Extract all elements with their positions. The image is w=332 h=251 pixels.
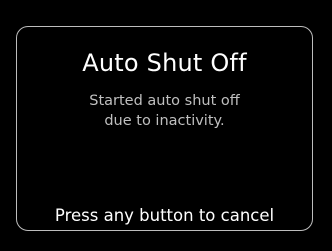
dialog-message-line-1: Started auto shut off <box>89 93 240 109</box>
device-screen: Auto Shut Off Started auto shut off due … <box>0 0 332 251</box>
auto-shut-off-dialog: Auto Shut Off Started auto shut off due … <box>16 26 313 231</box>
dialog-message: Started auto shut off due to inactivity. <box>17 91 312 131</box>
dialog-title: Auto Shut Off <box>82 49 247 77</box>
dialog-message-line-2: due to inactivity. <box>104 113 225 129</box>
cancel-instruction: Press any button to cancel <box>54 206 275 225</box>
